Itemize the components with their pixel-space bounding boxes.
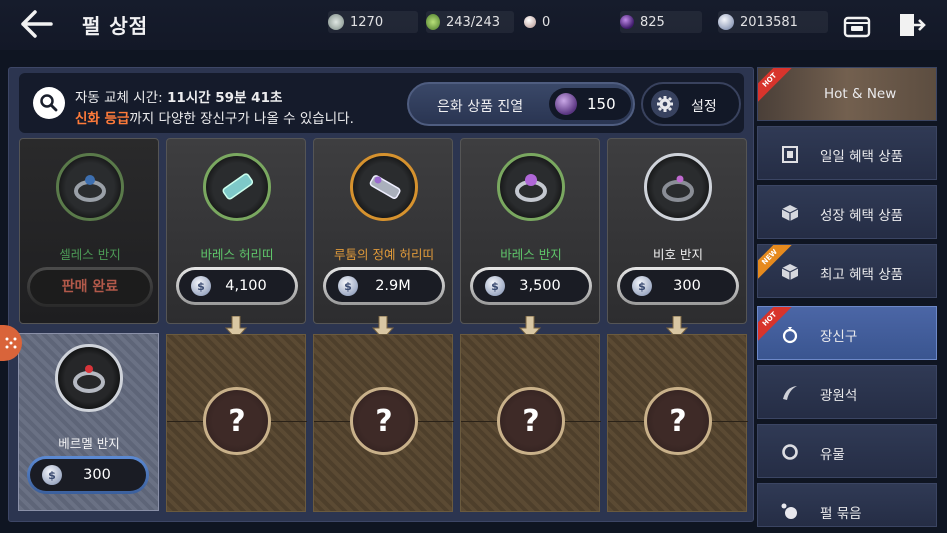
settings-button[interactable]: 설정: [641, 82, 741, 126]
purple-gem-icon: [555, 93, 577, 115]
silver-display-button[interactable]: 은화 상품 진열 150: [407, 82, 635, 126]
pearl-icon: [524, 16, 536, 28]
mystery-slot[interactable]: ?: [607, 334, 748, 512]
currency-purple-gem: 825: [620, 11, 702, 33]
silver-leaf-icon: [328, 14, 344, 30]
sidebar-item-pearl-bundle[interactable]: 펄 묶음: [757, 483, 937, 527]
purple-gem-icon: [620, 15, 634, 29]
belt-item-icon: [350, 153, 418, 221]
silver-coin-icon: $: [191, 276, 211, 296]
shop-card-rutum-belt[interactable]: 루툼의 정예 허리띠 $2.9M: [313, 138, 453, 324]
belt-item-icon: [203, 153, 271, 221]
sidebar-item-growth[interactable]: 성장 혜택 상품: [757, 185, 937, 239]
sidebar-item-daily[interactable]: 일일 혜택 상품: [757, 126, 937, 180]
buy-button[interactable]: $300: [617, 267, 739, 305]
silver-coin-icon: $: [632, 276, 652, 296]
top-bar: 펄 상점 1270 243/243 0 825 2013581: [0, 0, 947, 50]
sidebar-item-hot-new[interactable]: HOT Hot & New: [757, 67, 937, 121]
question-mark-icon: ?: [644, 387, 712, 455]
currency-silver-leaf: 1270: [328, 11, 418, 33]
hot-badge: HOT: [758, 68, 792, 102]
ring-item-icon: [55, 344, 123, 412]
silver-coin-icon: $: [485, 276, 505, 296]
buy-button[interactable]: $300: [27, 456, 149, 494]
currency-stamina: 243/243: [426, 11, 514, 33]
refresh-timer-text: 자동 교체 시간: 11시간 59분 41초: [75, 90, 283, 106]
grade-highlight: 신화 등급: [75, 111, 130, 127]
sold-out-button: 판매 완료: [27, 267, 153, 307]
ring-item-icon: [644, 153, 712, 221]
search-button[interactable]: [33, 87, 65, 119]
shop-card-biho-ring[interactable]: 비호 반지 $300: [607, 138, 747, 324]
sidebar-item-best[interactable]: NEW 최고 혜택 상품: [757, 244, 937, 298]
display-count: 150: [549, 88, 631, 120]
dots-icon: [5, 337, 17, 349]
ring-icon: [782, 327, 798, 344]
exit-icon[interactable]: [896, 10, 926, 40]
page-title: 펄 상점: [82, 14, 149, 38]
silver-coin-icon: $: [338, 276, 358, 296]
gear-icon: [651, 90, 679, 118]
question-mark-icon: ?: [203, 387, 271, 455]
buy-button[interactable]: $2.9M: [323, 267, 445, 305]
shop-card-bares-ring[interactable]: 바레스 반지 $3,500: [460, 138, 600, 324]
box-icon: [781, 264, 799, 280]
buy-button[interactable]: $3,500: [470, 267, 592, 305]
shop-card-bermel-ring[interactable]: 베르멜 반지 $300: [18, 333, 159, 511]
refresh-time: 11시간 59분 41초: [166, 90, 283, 106]
sidebar-item-relic[interactable]: 유물: [757, 424, 937, 478]
currency-silver-coin: 2013581: [718, 11, 828, 33]
sidebar-item-accessories[interactable]: HOT 장신구: [757, 306, 937, 360]
ore-icon: [783, 386, 797, 400]
ring-item-icon: [497, 153, 565, 221]
ring-item-icon: [56, 153, 124, 221]
silver-coin-icon: [718, 14, 734, 30]
shop-card-bares-belt[interactable]: 바레스 허리띠 $4,100: [166, 138, 306, 324]
shop-card-celes-ring[interactable]: 셀레스 반지 판매 완료: [19, 138, 159, 324]
back-arrow-icon[interactable]: [18, 8, 54, 40]
search-icon: [40, 94, 58, 112]
mystery-slot[interactable]: ?: [460, 334, 601, 512]
stamina-icon: [426, 14, 440, 30]
relic-icon: [782, 444, 798, 460]
info-bar: 자동 교체 시간: 11시간 59분 41초 신화 등급까지 다양한 장신구가 …: [19, 73, 744, 133]
question-mark-icon: ?: [497, 387, 565, 455]
buy-button[interactable]: $4,100: [176, 267, 298, 305]
mailbox-icon[interactable]: [842, 10, 872, 40]
grade-info-text: 신화 등급까지 다양한 장신구가 나올 수 있습니다.: [75, 111, 354, 127]
question-mark-icon: ?: [350, 387, 418, 455]
calendar-icon: [782, 146, 798, 163]
sidebar-item-ore[interactable]: 광원석: [757, 365, 937, 419]
currency-pearl: 0: [524, 11, 550, 33]
box-icon: [781, 205, 799, 221]
mystery-slot[interactable]: ?: [313, 334, 454, 512]
mystery-slot[interactable]: ?: [166, 334, 307, 512]
pearl-bundle-icon: [781, 503, 797, 519]
silver-coin-icon: $: [42, 465, 62, 485]
